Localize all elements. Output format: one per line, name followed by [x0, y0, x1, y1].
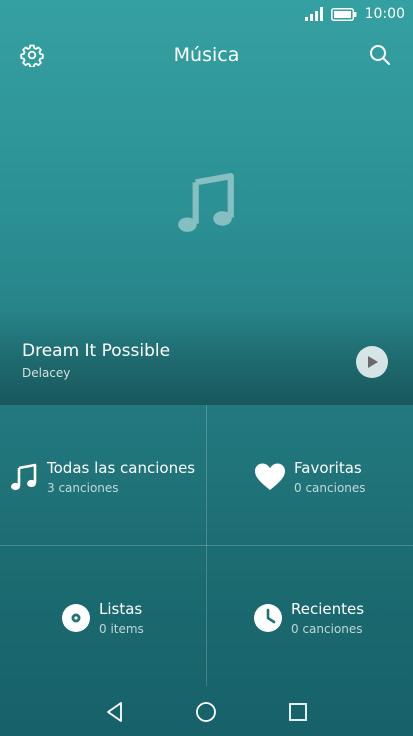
- favorites-tile[interactable]: Favoritas 0 canciones: [207, 405, 413, 545]
- play-icon: [368, 356, 378, 368]
- all-songs-count: 3 canciones: [47, 481, 119, 495]
- play-button[interactable]: [356, 346, 388, 378]
- search-icon: [370, 45, 390, 65]
- music-note-icon: [11, 463, 37, 491]
- back-button[interactable]: [97, 694, 133, 730]
- heart-icon: [255, 463, 285, 490]
- navigation-bar: [0, 686, 413, 736]
- music-note-icon: [178, 173, 234, 232]
- library-grid: Todas las canciones 3 canciones Favorita…: [0, 405, 413, 686]
- song-title: Dream It Possible: [22, 341, 171, 361]
- clock-icon: [254, 604, 282, 632]
- favorites-label: Favoritas: [294, 459, 362, 477]
- all-songs-label: Todas las canciones: [47, 459, 196, 477]
- home-icon: [196, 702, 216, 722]
- home-button[interactable]: [188, 694, 224, 730]
- page-title: Música: [173, 44, 240, 66]
- playlists-count: 0 items: [99, 622, 144, 636]
- now-playing-card[interactable]: Dream It Possible Delacey: [0, 84, 413, 405]
- status-bar: 10:00: [0, 0, 413, 28]
- signal-icon: [304, 7, 323, 21]
- all-songs-tile[interactable]: Todas las canciones 3 canciones: [0, 405, 206, 545]
- back-icon: [107, 702, 122, 722]
- recent-count: 0 canciones: [291, 622, 363, 636]
- recents-icon: [289, 703, 307, 721]
- song-artist: Delacey: [22, 366, 71, 380]
- playlists-label: Listas: [99, 600, 143, 618]
- favorites-count: 0 canciones: [294, 481, 366, 495]
- recent-label: Recientes: [291, 600, 365, 618]
- playlists-tile[interactable]: Listas 0 items: [0, 546, 206, 686]
- status-indicators: 10:00: [304, 5, 405, 23]
- recents-button[interactable]: [280, 694, 316, 730]
- app-bar: Música: [0, 28, 413, 84]
- search-button[interactable]: [360, 35, 400, 75]
- status-time: 10:00: [364, 6, 405, 22]
- battery-icon: [330, 7, 357, 21]
- disc-icon: [62, 604, 90, 632]
- recent-tile[interactable]: Recientes 0 canciones: [207, 546, 413, 686]
